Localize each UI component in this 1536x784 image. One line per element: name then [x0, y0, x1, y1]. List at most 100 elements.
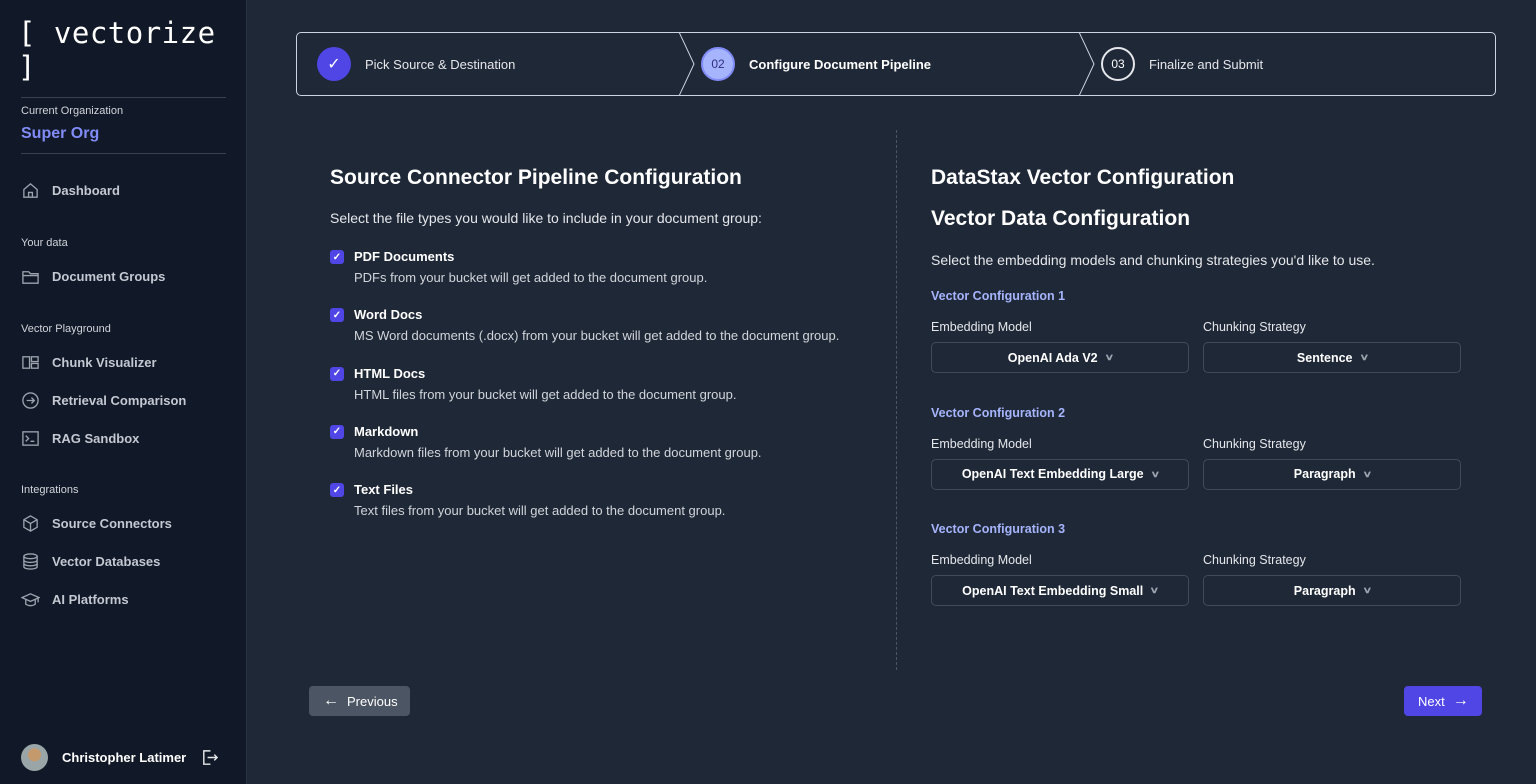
checkbox[interactable]: ✓: [330, 250, 344, 264]
divider: [21, 153, 226, 154]
previous-label: Previous: [347, 694, 398, 709]
embedding-model-label: Embedding Model: [931, 320, 1032, 334]
sidebar-item-label: RAG Sandbox: [52, 431, 139, 446]
embedding-model-select[interactable]: OpenAI Ada V2 ∨: [931, 342, 1189, 373]
org-name[interactable]: Super Org: [21, 125, 99, 143]
chunking-strategy-label: Chunking Strategy: [1203, 437, 1306, 451]
graduation-cap-icon: [21, 590, 40, 609]
source-config-title: Source Connector Pipeline Configuration: [330, 166, 742, 190]
step-label: Pick Source & Destination: [365, 57, 515, 72]
step-3[interactable]: 03 Finalize and Submit: [1081, 33, 1263, 95]
chevron-down-icon: ∨: [1150, 585, 1160, 596]
chevron-down-icon: ∨: [1362, 469, 1372, 480]
vectorize-logo[interactable]: [ vectorize ]: [18, 16, 246, 84]
arrow-left-icon: ←: [323, 692, 339, 710]
chunking-strategy-label: Chunking Strategy: [1203, 553, 1306, 567]
sidebar-item-label: Document Groups: [52, 269, 165, 284]
chunking-strategy-label: Chunking Strategy: [1203, 320, 1306, 334]
file-type-title: Word Docs: [354, 307, 839, 322]
file-type-option[interactable]: ✓ Word Docs MS Word documents (.docx) from…: [330, 307, 839, 343]
chunking-strategy-select[interactable]: Paragraph ∨: [1203, 575, 1461, 606]
sidebar-item-label: AI Platforms: [52, 592, 129, 607]
selected-value: Paragraph: [1294, 584, 1356, 598]
file-type-title: Markdown: [354, 424, 762, 439]
sidebar-item-rag-sandbox[interactable]: RAG Sandbox: [21, 429, 139, 448]
sidebar-item-chunk-visualizer[interactable]: Chunk Visualizer: [21, 353, 157, 372]
step-2[interactable]: 02 Configure Document Pipeline: [681, 33, 1081, 95]
selected-value: Sentence: [1297, 351, 1353, 365]
previous-button[interactable]: ← Previous: [309, 686, 410, 716]
sidebar-item-label: Chunk Visualizer: [52, 355, 157, 370]
step-1[interactable]: ✓ Pick Source & Destination: [297, 33, 681, 95]
file-type-desc: Text files from your bucket will get add…: [354, 503, 725, 518]
sidebar-item-label: Retrieval Comparison: [52, 393, 186, 408]
step-label: Configure Document Pipeline: [749, 57, 931, 72]
step-number: 02: [701, 47, 735, 81]
chevron-down-icon: ∨: [1362, 585, 1372, 596]
vector-data-config-title: Vector Data Configuration: [931, 207, 1190, 231]
file-type-title: HTML Docs: [354, 366, 736, 381]
user-name: Christopher Latimer: [62, 750, 186, 765]
sidebar-item-ai-platforms[interactable]: AI Platforms: [21, 590, 129, 609]
avatar: [21, 744, 48, 771]
embedding-model-select[interactable]: OpenAI Text Embedding Small ∨: [931, 575, 1189, 606]
embedding-model-label: Embedding Model: [931, 437, 1032, 451]
file-type-option[interactable]: ✓ HTML Docs HTML files from your bucket wi…: [330, 366, 736, 402]
vector-config-title: Vector Configuration 1: [931, 289, 1065, 303]
chunking-strategy-select[interactable]: Paragraph∨: [1203, 459, 1461, 490]
sidebar-item-retrieval-comparison[interactable]: Retrieval Comparison: [21, 391, 186, 410]
sidebar-item-document-groups[interactable]: Document Groups: [21, 267, 165, 286]
file-type-option[interactable]: ✓ PDF Documents PDFs from your bucket will…: [330, 249, 707, 285]
section-vector-playground: Vector Playground: [21, 323, 111, 335]
vector-config-title: Vector Configuration 2: [931, 406, 1065, 420]
chevron-down-icon: ∨: [1150, 469, 1160, 480]
file-type-option[interactable]: ✓ Text Files Text files from your bucket w…: [330, 482, 725, 518]
arrow-circle-icon: [21, 391, 40, 410]
folder-icon: [21, 267, 40, 286]
sidebar: [ vectorize ] Current Organization Super…: [0, 0, 247, 784]
embedding-model-label: Embedding Model: [931, 553, 1032, 567]
home-icon: [21, 181, 40, 200]
progress-stepper: ✓ Pick Source & Destination 02 Configure…: [296, 32, 1496, 96]
file-type-title: Text Files: [354, 482, 725, 497]
checkbox[interactable]: ✓: [330, 425, 344, 439]
sidebar-item-label: Source Connectors: [52, 516, 172, 531]
file-type-option[interactable]: ✓MarkdownMarkdown files from your bucket…: [330, 424, 762, 460]
file-type-desc: MS Word documents (.docx) from your buck…: [354, 328, 839, 343]
check-icon: ✓: [317, 47, 351, 81]
terminal-icon: [21, 429, 40, 448]
selected-value: OpenAI Ada V2: [1008, 351, 1098, 365]
section-your-data: Your data: [21, 237, 68, 249]
chevron-down-icon: ∨: [1104, 352, 1114, 363]
sidebar-item-label: Vector Databases: [52, 554, 160, 569]
file-type-desc: PDFs from your bucket will get added to …: [354, 270, 707, 285]
divider: [21, 97, 226, 98]
file-type-desc: HTML files from your bucket will get add…: [354, 387, 736, 402]
chevron-down-icon: ∨: [1359, 352, 1369, 363]
database-icon: [21, 552, 40, 571]
next-button[interactable]: Next →: [1404, 686, 1482, 716]
arrow-right-icon: →: [1453, 692, 1469, 710]
org-label: Current Organization: [21, 105, 123, 117]
sidebar-item-label: Dashboard: [52, 183, 120, 198]
file-types-prompt: Select the file types you would like to …: [330, 210, 762, 226]
column-divider: [896, 130, 897, 670]
chunking-strategy-select[interactable]: Sentence ∨: [1203, 342, 1461, 373]
sidebar-item-vector-databases[interactable]: Vector Databases: [21, 552, 160, 571]
sidebar-item-source-connectors[interactable]: Source Connectors: [21, 514, 172, 533]
cube-icon: [21, 514, 40, 533]
section-integrations: Integrations: [21, 484, 78, 496]
embedding-model-select[interactable]: OpenAI Text Embedding Large∨: [931, 459, 1189, 490]
user-profile[interactable]: Christopher Latimer: [21, 744, 219, 771]
datastax-config-title: DataStax Vector Configuration: [931, 166, 1234, 190]
checkbox[interactable]: ✓: [330, 483, 344, 497]
checkbox[interactable]: ✓: [330, 308, 344, 322]
sidebar-item-dashboard[interactable]: Dashboard: [21, 181, 120, 200]
vector-config-title: Vector Configuration 3: [931, 522, 1065, 536]
selected-value: OpenAI Text Embedding Small: [962, 584, 1143, 598]
file-type-title: PDF Documents: [354, 249, 707, 264]
logout-icon[interactable]: [200, 748, 219, 767]
embedding-prompt: Select the embedding models and chunking…: [931, 252, 1375, 268]
checkbox[interactable]: ✓: [330, 367, 344, 381]
step-label: Finalize and Submit: [1149, 57, 1263, 72]
